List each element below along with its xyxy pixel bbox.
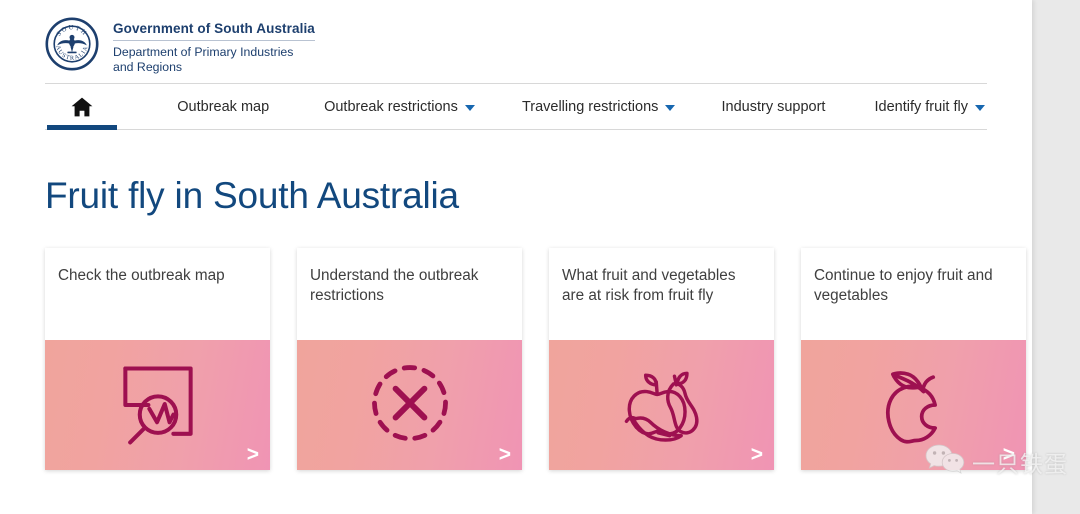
card-arrow-icon: > xyxy=(1002,443,1015,466)
page-title: Fruit fly in South Australia xyxy=(45,175,459,216)
card-art: > xyxy=(549,340,774,470)
card-check-outbreak-map[interactable]: Check the outbreak map > xyxy=(45,248,270,470)
nav-item-identify-fruit-fly[interactable]: Identify fruit fly xyxy=(873,84,987,130)
card-head: Understand the outbreak restrictions xyxy=(297,248,522,340)
site-header: SOUTH AUSTRALIA Government of South Aust… xyxy=(0,0,1032,84)
nav-item-outbreak-map[interactable]: Outbreak map xyxy=(175,84,271,130)
card-head: Continue to enjoy fruit and vegetables xyxy=(801,248,1026,340)
south-australia-state-crest-icon: SOUTH AUSTRALIA xyxy=(45,17,99,71)
brand-title: Government of South Australia xyxy=(113,21,315,41)
card-grid: Check the outbreak map > Understand the … xyxy=(45,248,1026,470)
brand-subtitle-line-2: and Regions xyxy=(113,59,183,74)
card-title: What fruit and vegetables are at risk fr… xyxy=(562,267,736,304)
page-sheet: SOUTH AUSTRALIA Government of South Aust… xyxy=(0,0,1032,514)
chevron-down-icon xyxy=(974,105,985,111)
nav-item-industry-support[interactable]: Industry support xyxy=(719,84,827,130)
main-navigation[interactable]: Outbreak map Outbreak restrictions Trave… xyxy=(45,84,987,130)
card-title: Check the outbreak map xyxy=(58,267,225,284)
card-head: What fruit and vegetables are at risk fr… xyxy=(549,248,774,340)
nav-label-industry-support: Industry support xyxy=(721,99,826,115)
card-arrow-icon: > xyxy=(750,443,763,466)
brand-block: Government of South Australia Department… xyxy=(113,14,315,74)
screenshot-root: SOUTH AUSTRALIA Government of South Aust… xyxy=(0,0,1080,514)
nav-label-identify-fruit-fly: Identify fruit fly xyxy=(874,99,968,115)
card-continue-to-enjoy-fruit[interactable]: Continue to enjoy fruit and vegetables > xyxy=(801,248,1026,470)
card-art: > xyxy=(45,340,270,470)
nav-label-travelling-restrictions: Travelling restrictions xyxy=(521,99,659,115)
nav-item-outbreak-restrictions[interactable]: Outbreak restrictions xyxy=(322,84,477,130)
card-understand-outbreak-restrictions[interactable]: Understand the outbreak restrictions > xyxy=(297,248,522,470)
card-art: > xyxy=(801,340,1026,470)
chevron-down-icon xyxy=(665,105,676,111)
card-title: Continue to enjoy fruit and vegetables xyxy=(814,267,993,304)
nav-label-outbreak-restrictions: Outbreak restrictions xyxy=(324,99,458,115)
card-fruit-vegetables-at-risk[interactable]: What fruit and vegetables are at risk fr… xyxy=(549,248,774,470)
card-arrow-icon: > xyxy=(246,443,259,466)
nav-label-outbreak-map: Outbreak map xyxy=(177,99,270,115)
card-title: Understand the outbreak restrictions xyxy=(310,267,479,304)
home-icon xyxy=(70,95,94,119)
card-art: > xyxy=(297,340,522,470)
chevron-down-icon xyxy=(464,105,475,111)
card-arrow-icon: > xyxy=(498,443,511,466)
brand-subtitle-line-1: Department of Primary Industries xyxy=(113,45,294,59)
card-head: Check the outbreak map xyxy=(45,248,270,340)
nav-item-travelling-restrictions[interactable]: Travelling restrictions xyxy=(520,84,677,130)
nav-item-home[interactable] xyxy=(45,84,119,130)
